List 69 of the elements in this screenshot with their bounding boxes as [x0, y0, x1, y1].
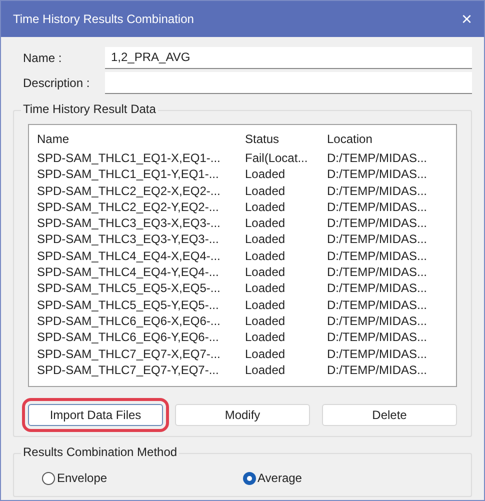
list-row[interactable]: SPD-SAM_THLC2_EQ2-Y,EQ2-... Loaded D:/TEMP/MIDAS... [37, 198, 448, 214]
list-row[interactable]: SPD-SAM_THLC5_EQ5-X,EQ5-... Loaded D:/TEMP/MIDAS... [37, 279, 448, 296]
list-cell-text: SPD-SAM_THLC7_EQ7-Y,EQ7-... [37, 362, 220, 379]
list-cell-text: D:/TEMP/MIDAS... [327, 166, 428, 184]
list-cell-text: D:/TEMP/MIDAS... [327, 248, 428, 265]
list-cell-text: D:/TEMP/MIDAS... [327, 215, 428, 232]
list-cell-text: SPD-SAM_THLC3_EQ3-Y,EQ3-... [37, 231, 220, 248]
list-cell-text: SPD-SAM_THLC3_EQ3-X,EQ3-... [37, 215, 222, 232]
list-row[interactable]: SPD-SAM_THLC3_EQ3-X,EQ3-... Loaded D:/TEMP/MIDAS... [37, 214, 448, 230]
list-cell-text: Loaded [245, 346, 286, 363]
list-row[interactable]: SPD-SAM_THLC4_EQ4-X,EQ4-... Loaded D:/TEMP/MIDAS... [37, 246, 448, 264]
action-button[interactable]: Delete [322, 404, 457, 426]
list-cell-text: Loaded [245, 231, 286, 248]
list-cell-text: D:/TEMP/MIDAS... [327, 296, 428, 314]
list-row[interactable]: SPD-SAM_THLC5_EQ5-Y,EQ5-... Loaded D:/TEMP/MIDAS... [37, 296, 448, 312]
column-header[interactable]: Status [245, 130, 327, 148]
list-cell-text: D:/TEMP/MIDAS... [327, 312, 428, 330]
list-cell-text: Loaded [245, 182, 286, 200]
close-button[interactable]: × [461, 10, 472, 28]
list-cell-text: D:/TEMP/MIDAS... [327, 362, 428, 379]
field-label: Name : [22, 50, 63, 66]
list-cell-text: Loaded [245, 198, 286, 216]
list-cell-text: D:/TEMP/MIDAS... [327, 280, 428, 298]
list-cell-text: Loaded [245, 296, 286, 314]
list-cell-text: SPD-SAM_THLC1_EQ1-X,EQ1-... [37, 150, 222, 167]
list-cell-text: Loaded [245, 280, 286, 298]
list-row[interactable]: SPD-SAM_THLC2_EQ2-X,EQ2-... Loaded D:/TEMP/MIDAS... [37, 182, 448, 198]
list-cell-text: SPD-SAM_THLC7_EQ7-X,EQ7-... [37, 346, 222, 363]
text-field[interactable]: 1,2_PRA_AVG [105, 46, 472, 68]
list-cell-text: SPD-SAM_THLC4_EQ4-X,EQ4-... [37, 248, 222, 265]
action-button[interactable]: Modify [175, 404, 310, 426]
list-row[interactable]: SPD-SAM_THLC6_EQ6-Y,EQ6-... Loaded D:/TEMP/MIDAS... [37, 328, 448, 345]
list-cell-text: D:/TEMP/MIDAS... [327, 231, 428, 248]
list-cell-text: SPD-SAM_THLC1_EQ1-Y,EQ1-... [37, 166, 220, 184]
column-header[interactable]: Location [327, 130, 448, 148]
list-cell-text: D:/TEMP/MIDAS... [327, 198, 428, 216]
list-cell-text: D:/TEMP/MIDAS... [327, 264, 428, 282]
list-cell-text: SPD-SAM_THLC2_EQ2-Y,EQ2-... [37, 198, 220, 216]
list-cell-text: Loaded [245, 166, 286, 184]
list-cell-text: D:/TEMP/MIDAS... [327, 150, 428, 167]
list-row[interactable]: SPD-SAM_THLC4_EQ4-Y,EQ4-... Loaded D:/TEMP/MIDAS... [37, 263, 448, 280]
list-cell-text: SPD-SAM_THLC4_EQ4-Y,EQ4-... [37, 264, 220, 282]
list-row[interactable]: SPD-SAM_THLC7_EQ7-Y,EQ7-... Loaded D:/TEMP/MIDAS... [37, 360, 448, 378]
list-cell-text: Loaded [245, 362, 286, 379]
list-cell-text: SPD-SAM_THLC6_EQ6-X,EQ6-... [37, 312, 222, 330]
list-cell-text: Loaded [245, 215, 286, 232]
window-title: Time History Results Combination [13, 11, 194, 28]
list-row[interactable]: SPD-SAM_THLC1_EQ1-Y,EQ1-... Loaded D:/TEMP/MIDAS... [37, 165, 448, 182]
list-cell-text: Loaded [245, 329, 286, 346]
list-cell-text: SPD-SAM_THLC5_EQ5-Y,EQ5-... [37, 296, 220, 314]
text-field[interactable] [105, 72, 472, 94]
field-label: Description : [22, 74, 91, 92]
column-header[interactable]: Name [37, 130, 245, 148]
list-cell-text: D:/TEMP/MIDAS... [327, 346, 428, 363]
list-cell-text: D:/TEMP/MIDAS... [327, 182, 428, 200]
list-row[interactable]: SPD-SAM_THLC7_EQ7-X,EQ7-... Loaded D:/TEMP/MIDAS... [37, 344, 448, 361]
list-row[interactable]: SPD-SAM_THLC3_EQ3-Y,EQ3-... Loaded D:/TEMP/MIDAS... [37, 230, 448, 247]
list-cell-text: Loaded [245, 312, 286, 330]
list-cell-text: Loaded [245, 264, 286, 282]
list-cell-text: SPD-SAM_THLC6_EQ6-Y,EQ6-... [37, 329, 220, 346]
list-cell-text: Loaded [245, 248, 286, 265]
radio-option[interactable]: Envelope [42, 469, 242, 487]
list-cell-text: Fail(Locat... [245, 150, 309, 167]
list-cell-text: D:/TEMP/MIDAS... [327, 329, 428, 346]
list-row[interactable]: SPD-SAM_THLC1_EQ1-X,EQ1-... Fail(Locat... D:/TEMP/MIDAS... [37, 149, 448, 166]
list-cell-text: SPD-SAM_THLC2_EQ2-X,EQ2-... [37, 182, 222, 200]
radio-option[interactable]: Average [242, 469, 443, 487]
list-row[interactable]: SPD-SAM_THLC6_EQ6-X,EQ6-... Loaded D:/TEMP/MIDAS... [37, 312, 448, 328]
list-cell-text: SPD-SAM_THLC5_EQ5-X,EQ5-... [37, 280, 222, 298]
